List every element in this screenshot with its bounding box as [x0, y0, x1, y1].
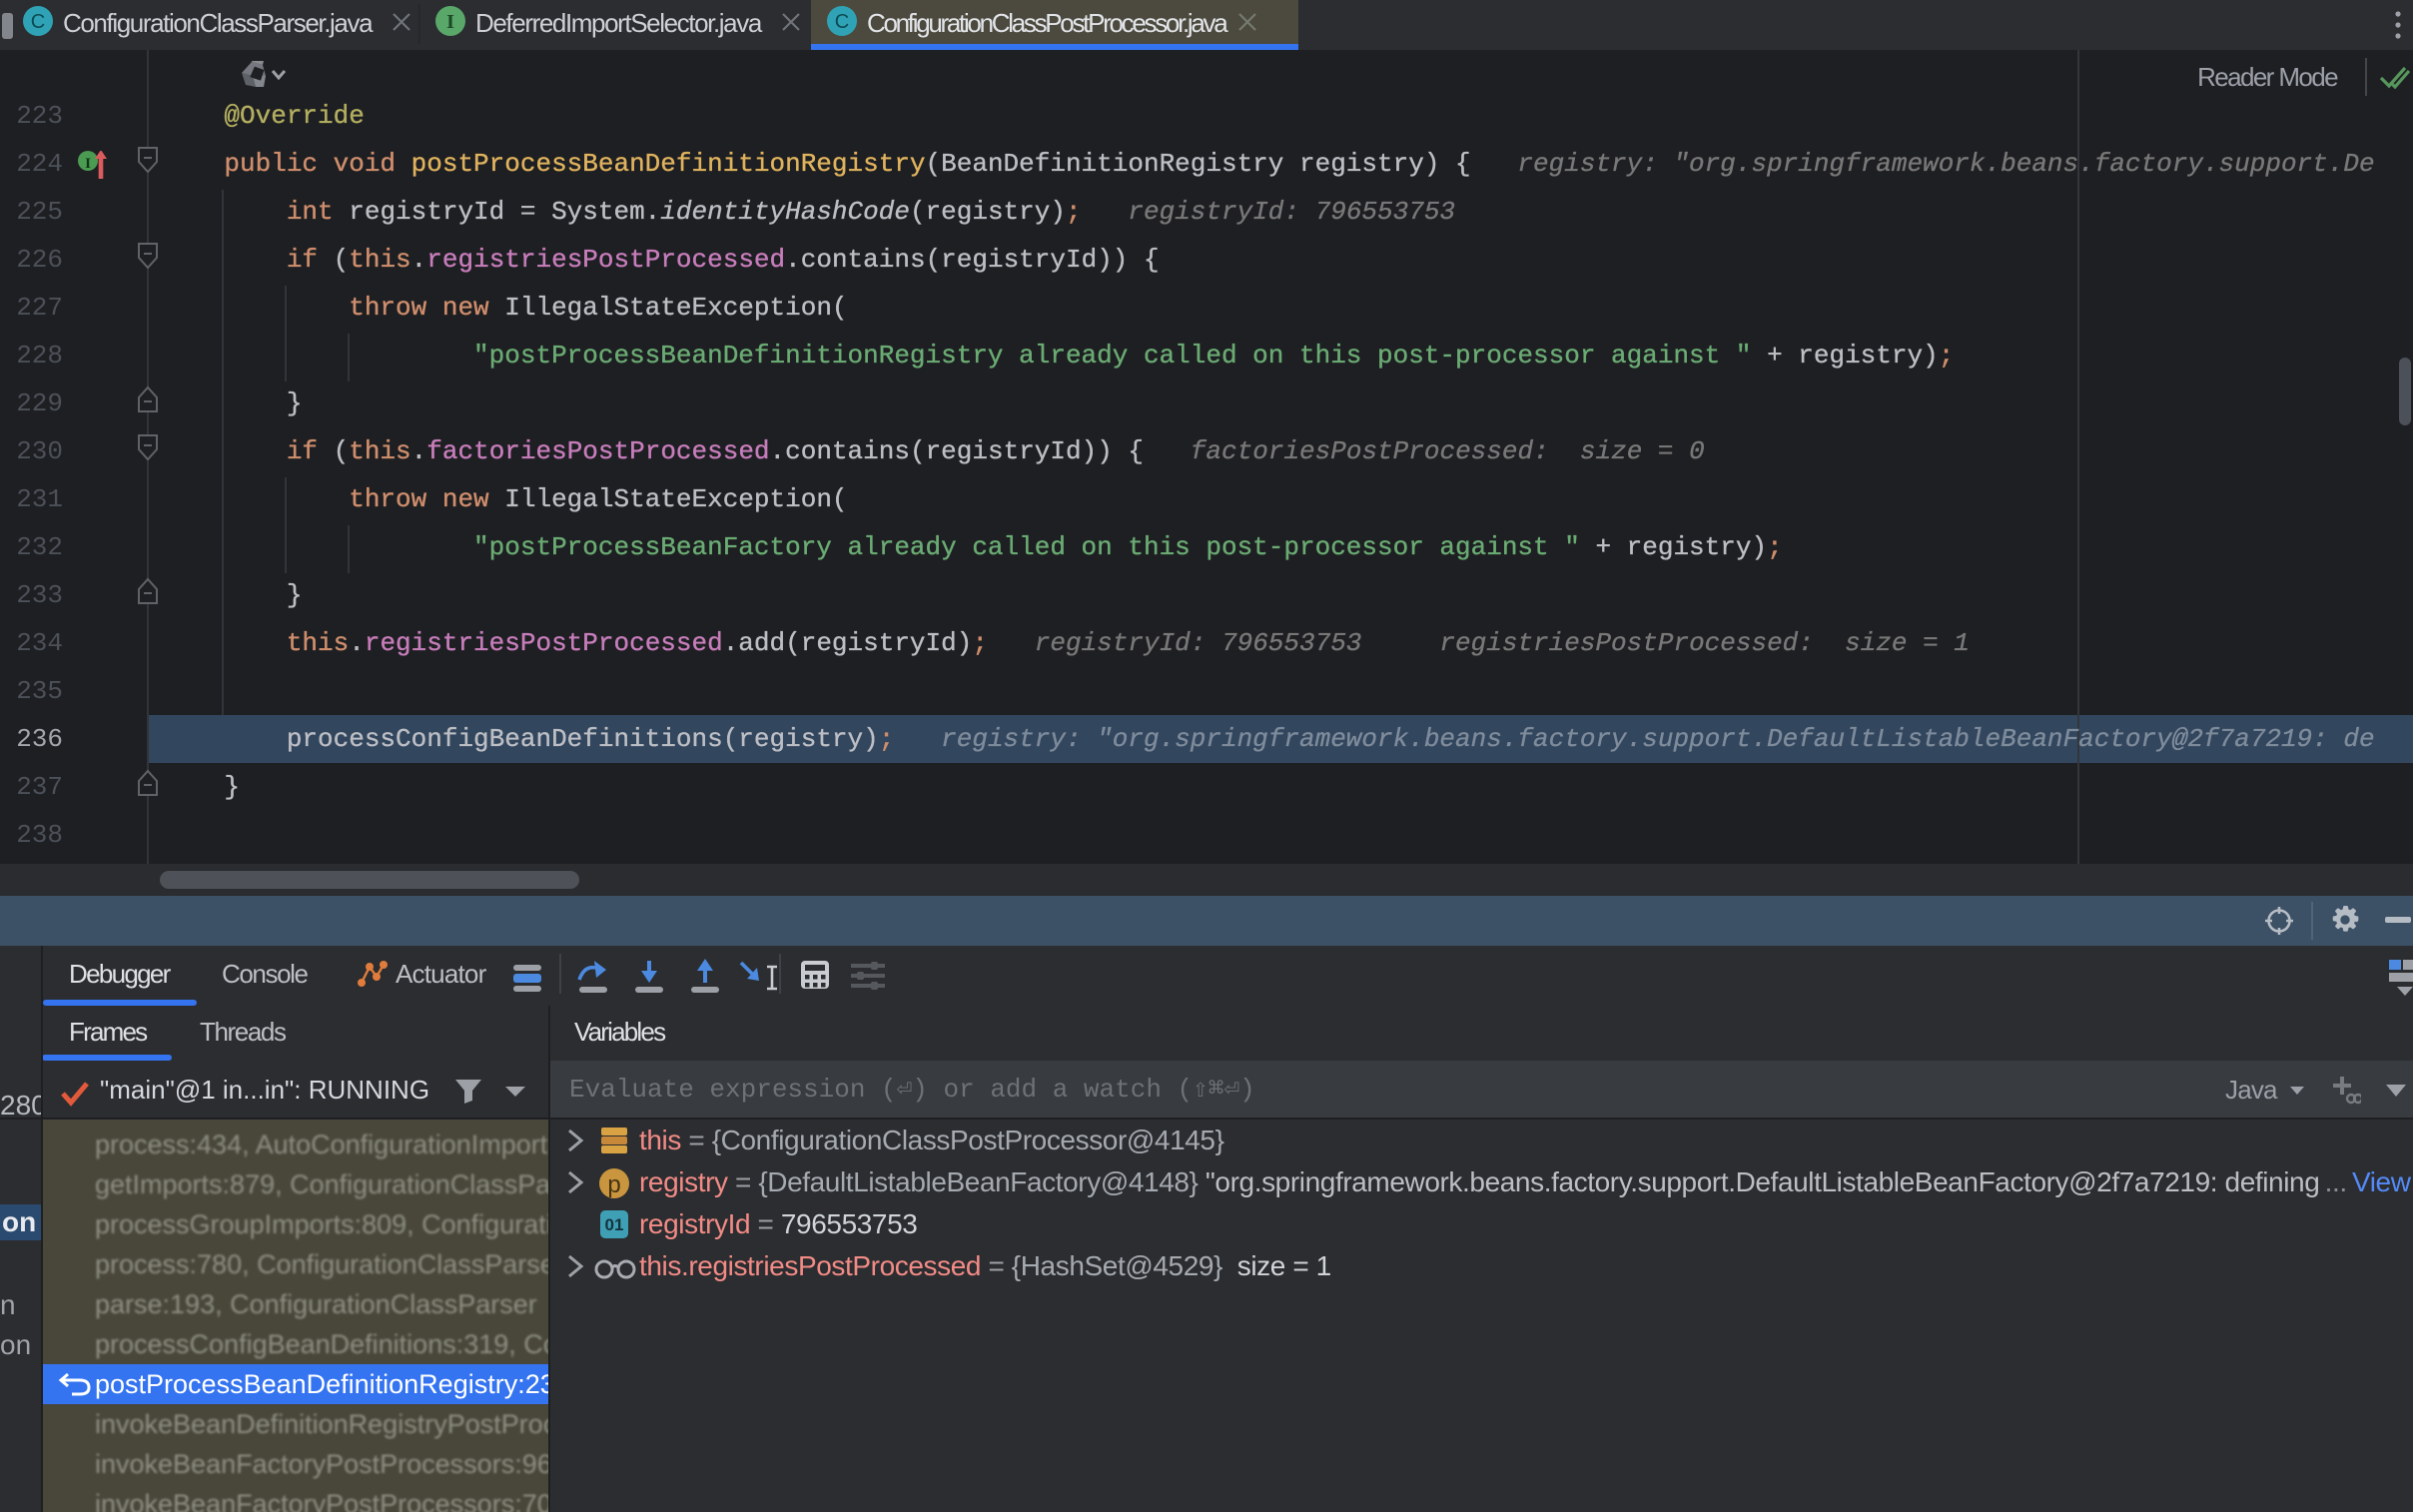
svg-text:C: C — [31, 11, 45, 33]
svg-text:p: p — [607, 1171, 620, 1198]
svg-text:C: C — [835, 11, 849, 33]
svg-text:01: 01 — [605, 1215, 624, 1234]
svg-text:I: I — [85, 156, 91, 172]
svg-text:I: I — [446, 11, 454, 33]
